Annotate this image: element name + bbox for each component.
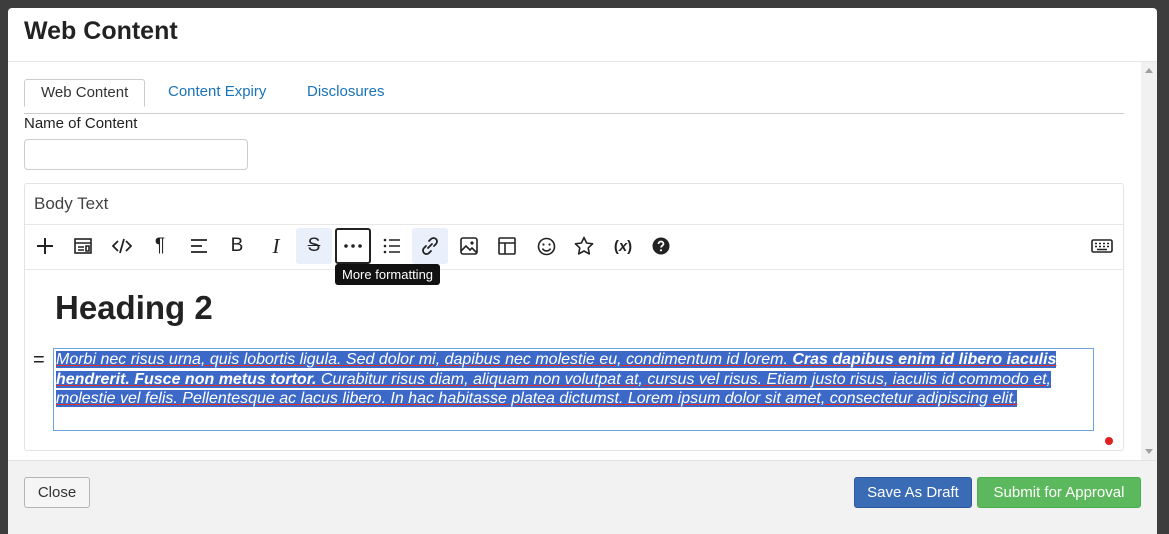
editor-content[interactable]: Heading 2 = Morbi nec risus urna, quis l… xyxy=(25,269,1123,449)
help-icon[interactable] xyxy=(643,228,679,264)
submit-for-approval-button[interactable]: Submit for Approval xyxy=(977,477,1141,508)
bold-icon[interactable]: B xyxy=(219,228,255,264)
tab-disclosures[interactable]: Disclosures xyxy=(291,79,401,105)
drag-handle-icon[interactable]: = xyxy=(33,349,45,372)
more-formatting-tooltip: More formatting xyxy=(335,264,441,285)
selected-paragraph-block[interactable]: Morbi nec risus urna, quis lobortis ligu… xyxy=(53,348,1094,431)
scroll-up-arrow-icon[interactable] xyxy=(1145,68,1153,73)
list-icon[interactable] xyxy=(374,228,410,264)
modal-footer: Close Save As Draft Submit for Approval xyxy=(8,460,1157,534)
close-button[interactable]: Close xyxy=(24,477,90,508)
save-as-draft-button[interactable]: Save As Draft xyxy=(854,477,972,508)
code-icon[interactable] xyxy=(104,228,140,264)
template-icon[interactable] xyxy=(65,228,101,264)
editor-toolbar: ¶ B I S (x) xyxy=(25,224,1123,270)
name-of-content-input[interactable] xyxy=(24,139,248,170)
body-text-editor: Body Text ¶ B I S (x) More formatting He… xyxy=(24,183,1124,451)
plus-icon[interactable] xyxy=(27,228,63,264)
tab-bar: Web Content Content Expiry Disclosures xyxy=(24,79,1124,114)
table-icon[interactable] xyxy=(489,228,525,264)
name-of-content-label: Name of Content xyxy=(24,115,138,132)
strikethrough-icon[interactable]: S xyxy=(296,228,332,264)
modal-scrollbar[interactable] xyxy=(1141,62,1157,460)
variable-icon[interactable]: (x) xyxy=(605,228,641,264)
paragraph-part-1: Morbi nec risus urna, quis lobortis ligu… xyxy=(56,351,793,368)
modal-header: Web Content xyxy=(8,8,1157,62)
body-text-label: Body Text xyxy=(34,194,109,213)
modal-body: Web Content Content Expiry Disclosures N… xyxy=(8,62,1157,460)
keyboard-icon[interactable] xyxy=(1084,228,1120,264)
image-icon[interactable] xyxy=(451,228,487,264)
smiley-icon[interactable] xyxy=(528,228,564,264)
scroll-down-arrow-icon[interactable] xyxy=(1145,449,1153,454)
pilcrow-icon[interactable]: ¶ xyxy=(142,228,178,264)
align-left-icon[interactable] xyxy=(181,228,217,264)
ellipsis-icon[interactable] xyxy=(335,228,371,264)
web-content-modal: Web Content Web Content Content Expiry D… xyxy=(8,8,1157,534)
modal-title: Web Content xyxy=(24,17,178,45)
tab-content-expiry[interactable]: Content Expiry xyxy=(152,79,282,105)
heading-2-text: Heading 2 xyxy=(55,289,213,326)
selected-paragraph: Morbi nec risus urna, quis lobortis ligu… xyxy=(56,350,1086,409)
status-dot xyxy=(1105,437,1113,445)
tab-web-content[interactable]: Web Content xyxy=(24,79,146,107)
italic-icon[interactable]: I xyxy=(258,228,294,264)
star-icon[interactable] xyxy=(566,228,602,264)
link-icon[interactable] xyxy=(412,228,448,264)
